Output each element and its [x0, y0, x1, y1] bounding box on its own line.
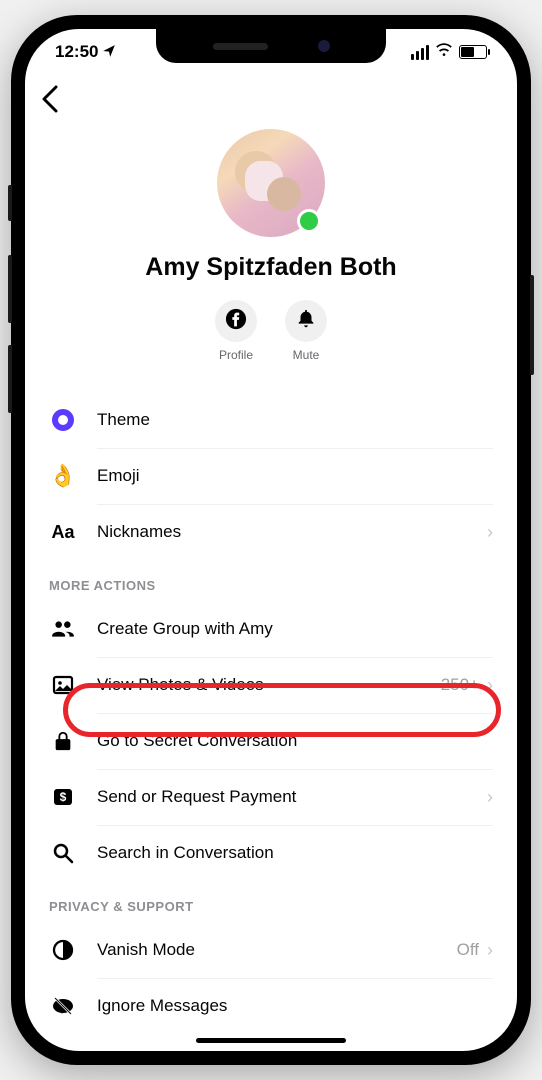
- section-header-privacy: PRIVACY & SUPPORT: [25, 881, 517, 922]
- vanish-mode-row[interactable]: Vanish Mode Off ›: [25, 922, 517, 978]
- phone-frame: 12:50: [11, 15, 531, 1065]
- theme-row[interactable]: Theme: [25, 392, 517, 448]
- ignore-messages-label: Ignore Messages: [97, 996, 493, 1016]
- nav-bar: [25, 75, 517, 119]
- chevron-right-icon: ›: [487, 522, 493, 543]
- nicknames-row[interactable]: Aa Nicknames ›: [25, 504, 517, 560]
- camera: [318, 40, 330, 52]
- payment-label: Send or Request Payment: [97, 787, 487, 807]
- facebook-icon: [225, 308, 247, 335]
- create-group-label: Create Group with Amy: [97, 619, 493, 639]
- secret-conversation-label: Go to Secret Conversation: [97, 731, 493, 751]
- location-icon: [102, 44, 116, 61]
- screen: 12:50: [25, 29, 517, 1051]
- payment-row[interactable]: $ Send or Request Payment ›: [25, 769, 517, 825]
- presence-indicator: [297, 209, 321, 233]
- avatar[interactable]: [217, 129, 325, 237]
- mute-button[interactable]: Mute: [285, 300, 327, 362]
- view-photos-row[interactable]: View Photos & Videos 250+ ›: [25, 657, 517, 713]
- vanish-mode-status: Off: [457, 940, 479, 960]
- profile-name: Amy Spitzfaden Both: [45, 253, 497, 282]
- section-header-more-actions: MORE ACTIONS: [25, 560, 517, 601]
- search-icon: [49, 839, 77, 867]
- emoji-row[interactable]: 👌 Emoji: [25, 448, 517, 504]
- view-photos-count: 250+: [441, 675, 479, 695]
- photo-icon: [49, 671, 77, 699]
- speaker: [213, 43, 268, 50]
- view-photos-label: View Photos & Videos: [97, 675, 441, 695]
- secret-conversation-row[interactable]: Go to Secret Conversation: [25, 713, 517, 769]
- ignore-messages-row[interactable]: Ignore Messages: [25, 978, 517, 1034]
- mute-button-label: Mute: [293, 348, 320, 362]
- back-button[interactable]: [41, 87, 59, 120]
- ignore-icon: [49, 992, 77, 1020]
- wifi-icon: [435, 41, 453, 64]
- side-button: [8, 255, 12, 323]
- cellular-icon: [411, 45, 429, 60]
- nicknames-icon: Aa: [49, 518, 77, 546]
- lock-icon: [49, 727, 77, 755]
- search-conversation-row[interactable]: Search in Conversation: [25, 825, 517, 881]
- side-button: [8, 185, 12, 221]
- chevron-right-icon: ›: [487, 940, 493, 961]
- battery-icon: [459, 45, 487, 59]
- bell-icon: [295, 308, 317, 335]
- vanish-mode-label: Vanish Mode: [97, 940, 457, 960]
- profile-button-label: Profile: [219, 348, 253, 362]
- chevron-right-icon: ›: [487, 675, 493, 696]
- status-time: 12:50: [55, 42, 98, 62]
- nicknames-label: Nicknames: [97, 522, 487, 542]
- side-button: [8, 345, 12, 413]
- vanish-icon: [49, 936, 77, 964]
- theme-label: Theme: [97, 410, 493, 430]
- side-button: [530, 275, 534, 375]
- home-indicator[interactable]: [196, 1038, 346, 1043]
- create-group-row[interactable]: Create Group with Amy: [25, 601, 517, 657]
- svg-text:$: $: [60, 790, 67, 804]
- group-icon: [49, 615, 77, 643]
- chevron-right-icon: ›: [487, 787, 493, 808]
- payment-icon: $: [49, 783, 77, 811]
- notch: [156, 29, 386, 63]
- theme-icon: [49, 406, 77, 434]
- ok-hand-icon: 👌: [49, 462, 77, 490]
- profile-button[interactable]: Profile: [215, 300, 257, 362]
- emoji-label: Emoji: [97, 466, 493, 486]
- profile-section: Amy Spitzfaden Both Profile: [25, 119, 517, 382]
- search-conversation-label: Search in Conversation: [97, 843, 493, 863]
